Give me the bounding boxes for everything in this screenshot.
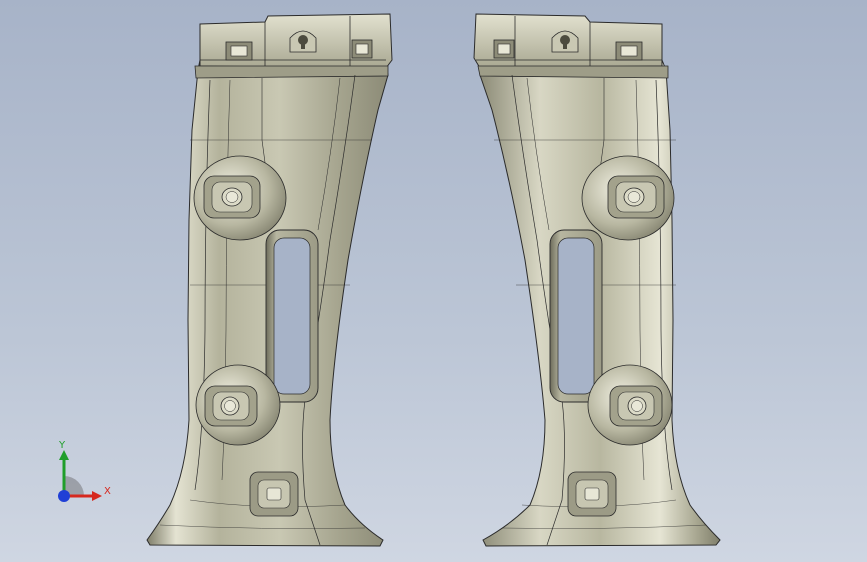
left-pillar-part[interactable] [146,13,393,547]
triad-axes-icon [58,450,102,502]
cad-model-view[interactable] [0,0,867,562]
left-center-slot [265,229,319,403]
reference-triad[interactable]: Y X [40,438,120,518]
graphics-viewport[interactable]: Y X [0,0,867,562]
right-upper-mount-boss [581,155,675,241]
right-pillar-part[interactable] [473,13,721,547]
right-bottom-clip [567,471,617,517]
left-bottom-clip [249,471,299,517]
left-lower-mount-boss [195,364,281,446]
triad-y-label: Y [59,440,66,451]
left-upper-mount-boss [193,155,287,241]
right-center-slot [549,229,603,403]
triad-x-label: X [104,486,111,497]
right-lower-mount-boss [587,364,673,446]
